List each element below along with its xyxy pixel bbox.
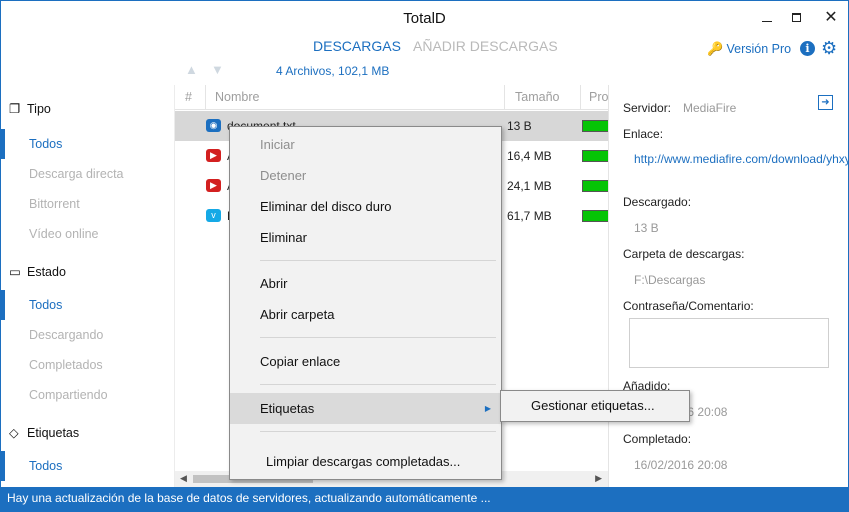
row-size: 13 B [507,119,532,133]
etiquetas-submenu: Gestionar etiquetas... [500,390,690,422]
section-estado: ▭ Estado [9,264,66,279]
list-header: # Nombre Tamaño Pro [175,85,608,110]
menu-item-abrir-carpeta[interactable]: Abrir carpeta [230,299,501,330]
sidebar: ❐ Tipo Todos Descarga directa Bittorrent … [1,85,175,487]
tag-icon: ◇ [9,426,19,440]
menu-item-abrir[interactable]: Abrir [230,268,501,299]
close-button[interactable]: ✕ [817,7,845,29]
details-panel: ➜ Servidor: MediaFire Enlace: http://www… [608,85,848,487]
copy-icon: ❐ [9,102,21,116]
menu-item-gestionar-etiquetas[interactable]: Gestionar etiquetas... [501,391,689,422]
column-divider [580,85,581,110]
menu-separator [260,260,496,261]
maximize-button[interactable] [783,7,811,29]
sidebar-item-compartiendo[interactable]: Compartiendo [1,380,171,410]
menu-item-eliminar-disco[interactable]: Eliminar del disco duro [230,191,501,222]
youtube-icon: ▶ [206,149,221,162]
section-tipo: ❐ Tipo [9,101,51,116]
sidebar-item-descargando[interactable]: Descargando [1,320,171,350]
column-size[interactable]: Tamaño [515,90,559,104]
progress-bar [582,150,608,162]
gear-icon[interactable]: ⚙ [821,38,837,58]
minimize-icon [762,21,772,22]
tab-anadir-descargas[interactable]: AÑADIR DESCARGAS [413,38,558,54]
list-toolbar: ▲ ▼ 4 Archivos, 102,1 MB [175,61,608,85]
folder-label: Carpeta de descargas: [623,247,745,261]
menu-item-etiquetas-label: Etiquetas [260,401,315,416]
version-pro-link[interactable]: 🔑 Versión Pro [707,41,791,57]
section-estado-label: Estado [27,265,66,279]
folder-value: F:\Descargas [634,273,706,287]
row-size: 16,4 MB [507,149,552,163]
maximize-icon [792,13,801,22]
column-name[interactable]: Nombre [215,90,259,104]
row-size: 61,7 MB [507,209,552,223]
open-external-icon[interactable]: ➜ [818,95,833,110]
scroll-right-icon[interactable]: ▶ [595,473,602,484]
info-icon[interactable]: i [800,41,815,56]
version-pro-label: Versión Pro [726,42,792,56]
row-size: 24,1 MB [507,179,552,193]
menu-separator [260,431,496,432]
status-bar: Hay una actualización de la base de dato… [1,487,848,511]
column-number[interactable]: # [185,90,192,104]
completed-value: 16/02/2016 20:08 [634,458,728,472]
mediafire-icon: ◉ [206,119,221,132]
title-bar: TotalD ✕ [1,1,848,35]
app-title: TotalD [403,10,446,27]
menu-item-eliminar[interactable]: Eliminar [230,222,501,253]
section-tipo-label: Tipo [27,102,51,116]
downloaded-label: Descargado: [623,195,692,209]
column-divider [205,85,206,110]
comment-field[interactable] [629,318,829,368]
key-icon: 🔑 [707,41,724,56]
section-etiquetas: ◇ Etiquetas [9,425,79,440]
sidebar-item-estado-todos[interactable]: Todos [1,290,171,320]
label-icon: ▭ [9,265,21,279]
section-etiquetas-label: Etiquetas [27,426,80,440]
menu-item-copiar-enlace[interactable]: Copiar enlace [230,346,501,377]
tab-descargas[interactable]: DESCARGAS [313,38,401,54]
menu-item-etiquetas[interactable]: Etiquetas ▶ [230,393,501,424]
menu-item-iniciar[interactable]: Iniciar [230,129,501,160]
sidebar-item-completados[interactable]: Completados [1,350,171,380]
downloaded-value: 13 B [634,221,659,235]
progress-bar [582,180,608,192]
minimize-button[interactable] [753,7,781,29]
progress-bar [582,210,608,222]
files-summary: 4 Archivos, 102,1 MB [276,64,390,78]
server-value: MediaFire [683,101,737,115]
menu-item-detener[interactable]: Detener [230,160,501,191]
comment-label: Contraseña/Comentario: [623,299,754,313]
submenu-arrow-icon: ▶ [484,404,491,413]
menu-separator [260,384,496,385]
progress-bar [582,120,608,132]
server-label: Servidor: [623,101,672,115]
vimeo-icon: v [206,209,221,222]
menu-item-limpiar-completadas[interactable]: Limpiar descargas completadas... [230,446,501,477]
sidebar-item-bittorrent[interactable]: Bittorrent [1,189,171,219]
menu-separator [260,337,496,338]
download-link[interactable]: http://www.mediafire.com/download/yhxyk2… [634,151,848,168]
move-down-icon[interactable]: ▼ [211,62,224,77]
context-menu: Iniciar Detener Eliminar del disco duro … [229,126,502,480]
column-progress[interactable]: Pro [589,90,608,104]
sidebar-item-video-online[interactable]: Vídeo online [1,219,171,249]
sidebar-item-etiquetas-todos[interactable]: Todos [1,451,171,481]
youtube-icon: ▶ [206,179,221,192]
scroll-left-icon[interactable]: ◀ [180,473,187,484]
completed-label: Completado: [623,432,692,446]
column-divider [504,85,505,110]
sidebar-item-descarga-directa[interactable]: Descarga directa [1,159,171,189]
close-icon: ✕ [824,9,838,26]
sidebar-item-tipo-todos[interactable]: Todos [1,129,171,159]
move-up-icon[interactable]: ▲ [185,62,198,77]
link-label: Enlace: [623,127,664,141]
